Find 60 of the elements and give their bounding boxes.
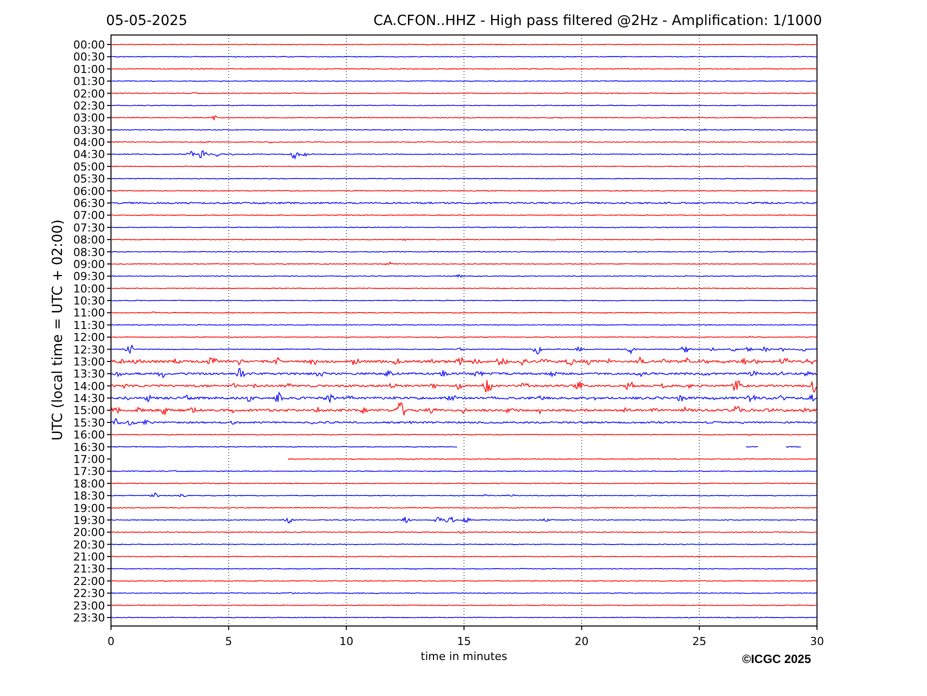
time-label: 03:30 [73,124,105,137]
time-label: 11:30 [73,318,105,332]
axis-tick-label: 5 [225,635,232,648]
time-label: 19:30 [73,514,105,527]
chart-date: 05-05-2025 [106,13,188,29]
time-label: 20:30 [73,538,105,552]
time-label: 17:30 [73,465,105,478]
axis-tick-label: 20 [574,635,589,648]
time-label: 23:30 [73,612,105,624]
time-label: 07:00 [73,209,105,222]
time-label: 22:00 [73,574,105,588]
time-label: 09:30 [73,270,105,284]
x-axis-label: time in minutes [420,650,508,663]
axis-tick-label: 10 [339,635,354,648]
time-label: 20:00 [73,526,105,540]
axis-tick-label: 30 [810,635,824,648]
time-label: 01:00 [73,62,105,76]
axis-tick-label: 15 [457,635,471,648]
time-label: 21:30 [73,562,105,576]
time-label: 15:00 [73,404,105,418]
time-label: 11:00 [73,306,105,320]
time-label: 10:30 [73,294,105,308]
time-label: 22:30 [73,587,105,600]
time-label: 00:30 [73,50,105,64]
time-label: 13:30 [73,368,105,381]
time-label: 04:00 [73,136,105,150]
time-label: 12:00 [73,331,105,344]
time-label: 09:00 [73,258,105,271]
time-label: 21:00 [73,550,105,564]
time-label: 14:00 [73,380,105,393]
time-label: 04:30 [73,148,105,162]
time-label: 02:00 [73,87,105,100]
time-label: 06:30 [73,197,105,210]
time-label: 05:30 [73,172,105,186]
time-label: 16:00 [73,428,105,442]
time-label: 01:30 [73,75,105,88]
y-axis-label: UTC (local time = UTC + 02:00) [50,219,66,441]
time-label: 05:00 [73,160,105,174]
time-label: 18:30 [73,490,105,503]
time-label: 14:30 [73,392,105,406]
time-label: 00:00 [73,38,105,52]
time-label: 17:00 [73,453,105,466]
time-label: 08:00 [73,234,105,247]
axis-tick-label: 0 [108,635,114,648]
time-label: 18:00 [73,477,105,490]
axis-tick-label: 25 [692,635,706,648]
time-label: 13:00 [73,355,105,368]
time-label: 12:30 [73,343,105,356]
time-label: 02:30 [73,99,105,112]
time-label: 15:30 [73,416,105,430]
time-label: 08:30 [73,246,105,259]
time-label: 07:30 [73,221,105,234]
chart-title: CA.CFON..HHZ - High pass filtered @2Hz - Amplification: 1/1000 [373,13,822,29]
time-label: 03:00 [73,112,105,125]
time-label: 16:30 [73,440,105,454]
time-label: 10:00 [73,282,105,296]
time-label: 19:00 [73,502,105,515]
copyright-label: ©ICGC 2025 [742,652,811,666]
time-label: 06:00 [73,184,105,198]
time-label: 23:00 [73,599,105,612]
